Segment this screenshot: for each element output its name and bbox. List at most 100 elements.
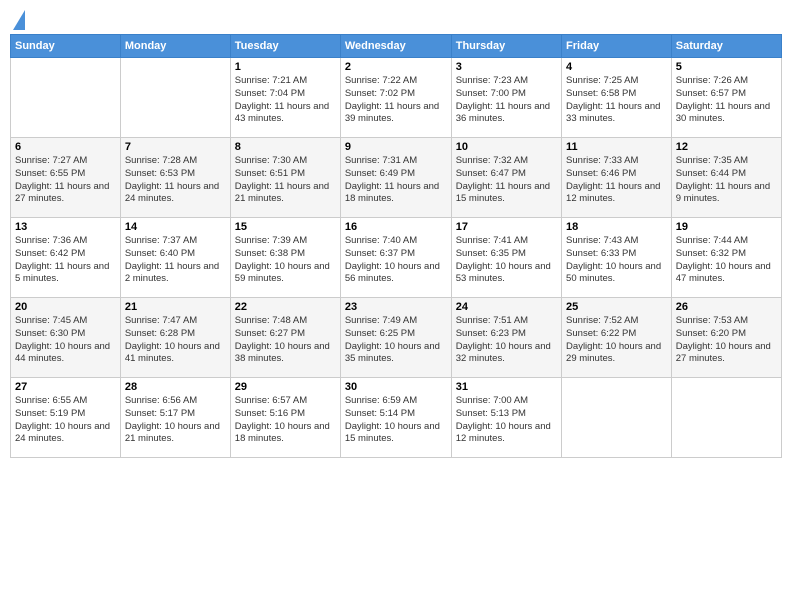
day-info: Sunrise: 7:22 AMSunset: 7:02 PMDaylight:… [345,75,447,126]
day-info: Sunrise: 7:26 AMSunset: 6:57 PMDaylight:… [676,75,777,126]
header-day-thursday: Thursday [451,35,561,58]
calendar-cell [120,58,230,138]
day-number: 2 [345,61,447,73]
header-day-monday: Monday [120,35,230,58]
day-number: 11 [566,141,667,153]
day-info: Sunrise: 7:23 AMSunset: 7:00 PMDaylight:… [456,75,557,126]
day-number: 30 [345,381,447,393]
calendar-week-1: 1 Sunrise: 7:21 AMSunset: 7:04 PMDaylight… [11,58,782,138]
calendar-cell: 3 Sunrise: 7:23 AMSunset: 7:00 PMDaylight… [451,58,561,138]
day-info: Sunrise: 7:48 AMSunset: 6:27 PMDaylight:… [235,315,336,366]
header-day-tuesday: Tuesday [230,35,340,58]
logo [10,10,25,26]
day-number: 21 [125,301,226,313]
day-number: 13 [15,221,116,233]
day-info: Sunrise: 7:43 AMSunset: 6:33 PMDaylight:… [566,235,667,286]
day-number: 27 [15,381,116,393]
header-day-sunday: Sunday [11,35,121,58]
calendar-cell: 23Sunrise: 7:49 AMSunset: 6:25 PMDayligh… [340,298,451,378]
day-info: Sunrise: 7:27 AMSunset: 6:55 PMDaylight:… [15,155,116,206]
calendar-cell: 16 Sunrise: 7:40 AMSunset: 6:37 PMDayligh… [340,218,451,298]
day-info: Sunrise: 6:59 AMSunset: 5:14 PMDaylight:… [345,395,447,446]
page-header [10,10,782,26]
calendar-cell: 25 Sunrise: 7:52 AMSunset: 6:22 PMDayligh… [562,298,672,378]
calendar-table: SundayMondayTuesdayWednesdayThursdayFrid… [10,34,782,458]
day-number: 18 [566,221,667,233]
header-day-friday: Friday [562,35,672,58]
calendar-cell: 14Sunrise: 7:37 AMSunset: 6:40 PMDayligh… [120,218,230,298]
calendar-cell: 13 Sunrise: 7:36 AMSunset: 6:42 PMDayligh… [11,218,121,298]
day-info: Sunrise: 7:40 AMSunset: 6:37 PMDaylight:… [345,235,447,286]
header-day-saturday: Saturday [671,35,781,58]
calendar-cell: 2 Sunrise: 7:22 AMSunset: 7:02 PMDaylight… [340,58,451,138]
calendar-cell: 10 Sunrise: 7:32 AMSunset: 6:47 PMDayligh… [451,138,561,218]
day-number: 28 [125,381,226,393]
day-info: Sunrise: 6:57 AMSunset: 5:16 PMDaylight:… [235,395,336,446]
day-number: 15 [235,221,336,233]
header-day-wednesday: Wednesday [340,35,451,58]
day-number: 7 [125,141,226,153]
calendar-week-3: 13 Sunrise: 7:36 AMSunset: 6:42 PMDayligh… [11,218,782,298]
day-info: Sunrise: 7:36 AMSunset: 6:42 PMDaylight:… [15,235,116,286]
calendar-cell: 9 Sunrise: 7:31 AMSunset: 6:49 PMDaylight… [340,138,451,218]
day-number: 22 [235,301,336,313]
day-number: 23 [345,301,447,313]
calendar-cell: 1 Sunrise: 7:21 AMSunset: 7:04 PMDaylight… [230,58,340,138]
day-number: 17 [456,221,557,233]
day-info: Sunrise: 7:53 AMSunset: 6:20 PMDaylight:… [676,315,777,366]
day-info: Sunrise: 6:55 AMSunset: 5:19 PMDaylight:… [15,395,116,446]
calendar-cell: 22 Sunrise: 7:48 AMSunset: 6:27 PMDayligh… [230,298,340,378]
day-info: Sunrise: 7:21 AMSunset: 7:04 PMDaylight:… [235,75,336,126]
day-info: Sunrise: 7:39 AMSunset: 6:38 PMDaylight:… [235,235,336,286]
calendar-header-row: SundayMondayTuesdayWednesdayThursdayFrid… [11,35,782,58]
calendar-cell: 17 Sunrise: 7:41 AMSunset: 6:35 PMDayligh… [451,218,561,298]
calendar-cell: 31Sunrise: 7:00 AMSunset: 5:13 PMDayligh… [451,378,561,458]
day-info: Sunrise: 7:52 AMSunset: 6:22 PMDaylight:… [566,315,667,366]
calendar-cell: 12Sunrise: 7:35 AMSunset: 6:44 PMDayligh… [671,138,781,218]
calendar-cell: 28 Sunrise: 6:56 AMSunset: 5:17 PMDayligh… [120,378,230,458]
day-info: Sunrise: 7:37 AMSunset: 6:40 PMDaylight:… [125,235,226,286]
day-number: 19 [676,221,777,233]
calendar-cell: 18 Sunrise: 7:43 AMSunset: 6:33 PMDayligh… [562,218,672,298]
calendar-cell: 20Sunrise: 7:45 AMSunset: 6:30 PMDayligh… [11,298,121,378]
calendar-cell [671,378,781,458]
day-info: Sunrise: 7:51 AMSunset: 6:23 PMDaylight:… [456,315,557,366]
day-number: 20 [15,301,116,313]
day-number: 1 [235,61,336,73]
calendar-cell: 21Sunrise: 7:47 AMSunset: 6:28 PMDayligh… [120,298,230,378]
calendar-cell: 7 Sunrise: 7:28 AMSunset: 6:53 PMDaylight… [120,138,230,218]
day-info: Sunrise: 7:35 AMSunset: 6:44 PMDaylight:… [676,155,777,206]
calendar-week-5: 27 Sunrise: 6:55 AMSunset: 5:19 PMDayligh… [11,378,782,458]
day-info: Sunrise: 7:00 AMSunset: 5:13 PMDaylight:… [456,395,557,446]
day-info: Sunrise: 7:41 AMSunset: 6:35 PMDaylight:… [456,235,557,286]
day-number: 5 [676,61,777,73]
day-number: 4 [566,61,667,73]
calendar-cell: 24Sunrise: 7:51 AMSunset: 6:23 PMDayligh… [451,298,561,378]
day-info: Sunrise: 7:30 AMSunset: 6:51 PMDaylight:… [235,155,336,206]
calendar-cell: 15 Sunrise: 7:39 AMSunset: 6:38 PMDayligh… [230,218,340,298]
day-info: Sunrise: 7:31 AMSunset: 6:49 PMDaylight:… [345,155,447,206]
day-number: 3 [456,61,557,73]
day-info: Sunrise: 6:56 AMSunset: 5:17 PMDaylight:… [125,395,226,446]
calendar-cell: 29 Sunrise: 6:57 AMSunset: 5:16 PMDayligh… [230,378,340,458]
day-info: Sunrise: 7:32 AMSunset: 6:47 PMDaylight:… [456,155,557,206]
day-info: Sunrise: 7:25 AMSunset: 6:58 PMDaylight:… [566,75,667,126]
day-info: Sunrise: 7:44 AMSunset: 6:32 PMDaylight:… [676,235,777,286]
calendar-cell: 6 Sunrise: 7:27 AMSunset: 6:55 PMDaylight… [11,138,121,218]
calendar-cell: 11 Sunrise: 7:33 AMSunset: 6:46 PMDayligh… [562,138,672,218]
calendar-cell: 8Sunrise: 7:30 AMSunset: 6:51 PMDaylight… [230,138,340,218]
calendar-cell: 30 Sunrise: 6:59 AMSunset: 5:14 PMDayligh… [340,378,451,458]
calendar-cell: 27 Sunrise: 6:55 AMSunset: 5:19 PMDayligh… [11,378,121,458]
day-number: 10 [456,141,557,153]
day-number: 16 [345,221,447,233]
day-number: 25 [566,301,667,313]
day-number: 26 [676,301,777,313]
day-number: 6 [15,141,116,153]
logo-triangle-icon [13,10,25,30]
calendar-week-2: 6 Sunrise: 7:27 AMSunset: 6:55 PMDaylight… [11,138,782,218]
calendar-cell: 26 Sunrise: 7:53 AMSunset: 6:20 PMDayligh… [671,298,781,378]
day-number: 9 [345,141,447,153]
day-number: 29 [235,381,336,393]
day-info: Sunrise: 7:33 AMSunset: 6:46 PMDaylight:… [566,155,667,206]
day-info: Sunrise: 7:28 AMSunset: 6:53 PMDaylight:… [125,155,226,206]
